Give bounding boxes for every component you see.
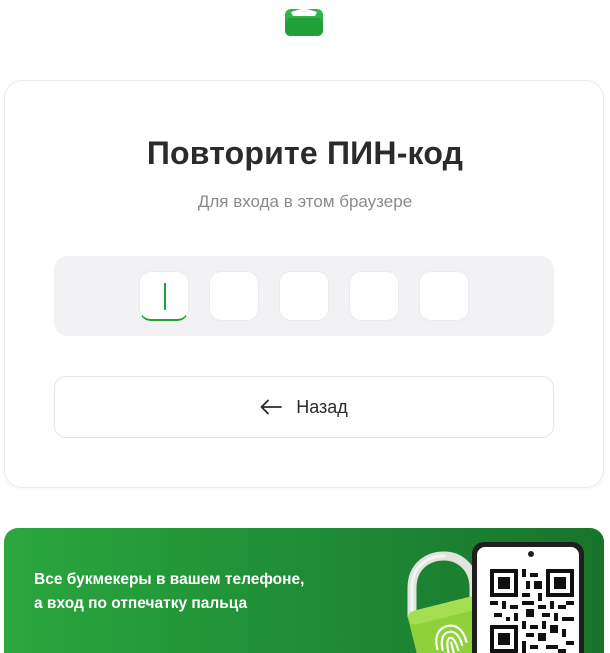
- promo-text-line-2: а вход по отпечатку пальца: [34, 595, 248, 612]
- page-title: Повторите ПИН-код: [146, 135, 464, 171]
- promo-banner[interactable]: Все букмекеры в вашем телефоне, а вход п…: [4, 528, 604, 653]
- pin-digit-input-5[interactable]: [419, 271, 469, 321]
- pin-digit-input-4[interactable]: [349, 271, 399, 321]
- back-button[interactable]: Назад: [54, 376, 554, 438]
- pin-digit-input-2[interactable]: [209, 271, 259, 321]
- wallet-logo-icon: [285, 4, 323, 36]
- phone-screen: [477, 547, 579, 653]
- promo-text-line-1: Все букмекеры в вашем телефоне,: [34, 571, 305, 588]
- text-caret: [164, 283, 166, 310]
- promo-text: Все букмекеры в вашем телефоне, а вход п…: [34, 568, 364, 616]
- arrow-left-icon: [260, 399, 283, 415]
- pin-digit-input-3[interactable]: [279, 271, 329, 321]
- pin-digit-input-1[interactable]: [139, 271, 189, 321]
- qr-code-icon: [490, 569, 574, 653]
- page-subtitle: Для входа в этом браузере: [197, 192, 413, 211]
- back-button-label: Назад: [296, 396, 348, 417]
- pin-page: Повторите ПИН-код Для входа в этом брауз…: [0, 0, 610, 653]
- phone-camera: [528, 551, 534, 557]
- phone-mockup: [472, 542, 584, 653]
